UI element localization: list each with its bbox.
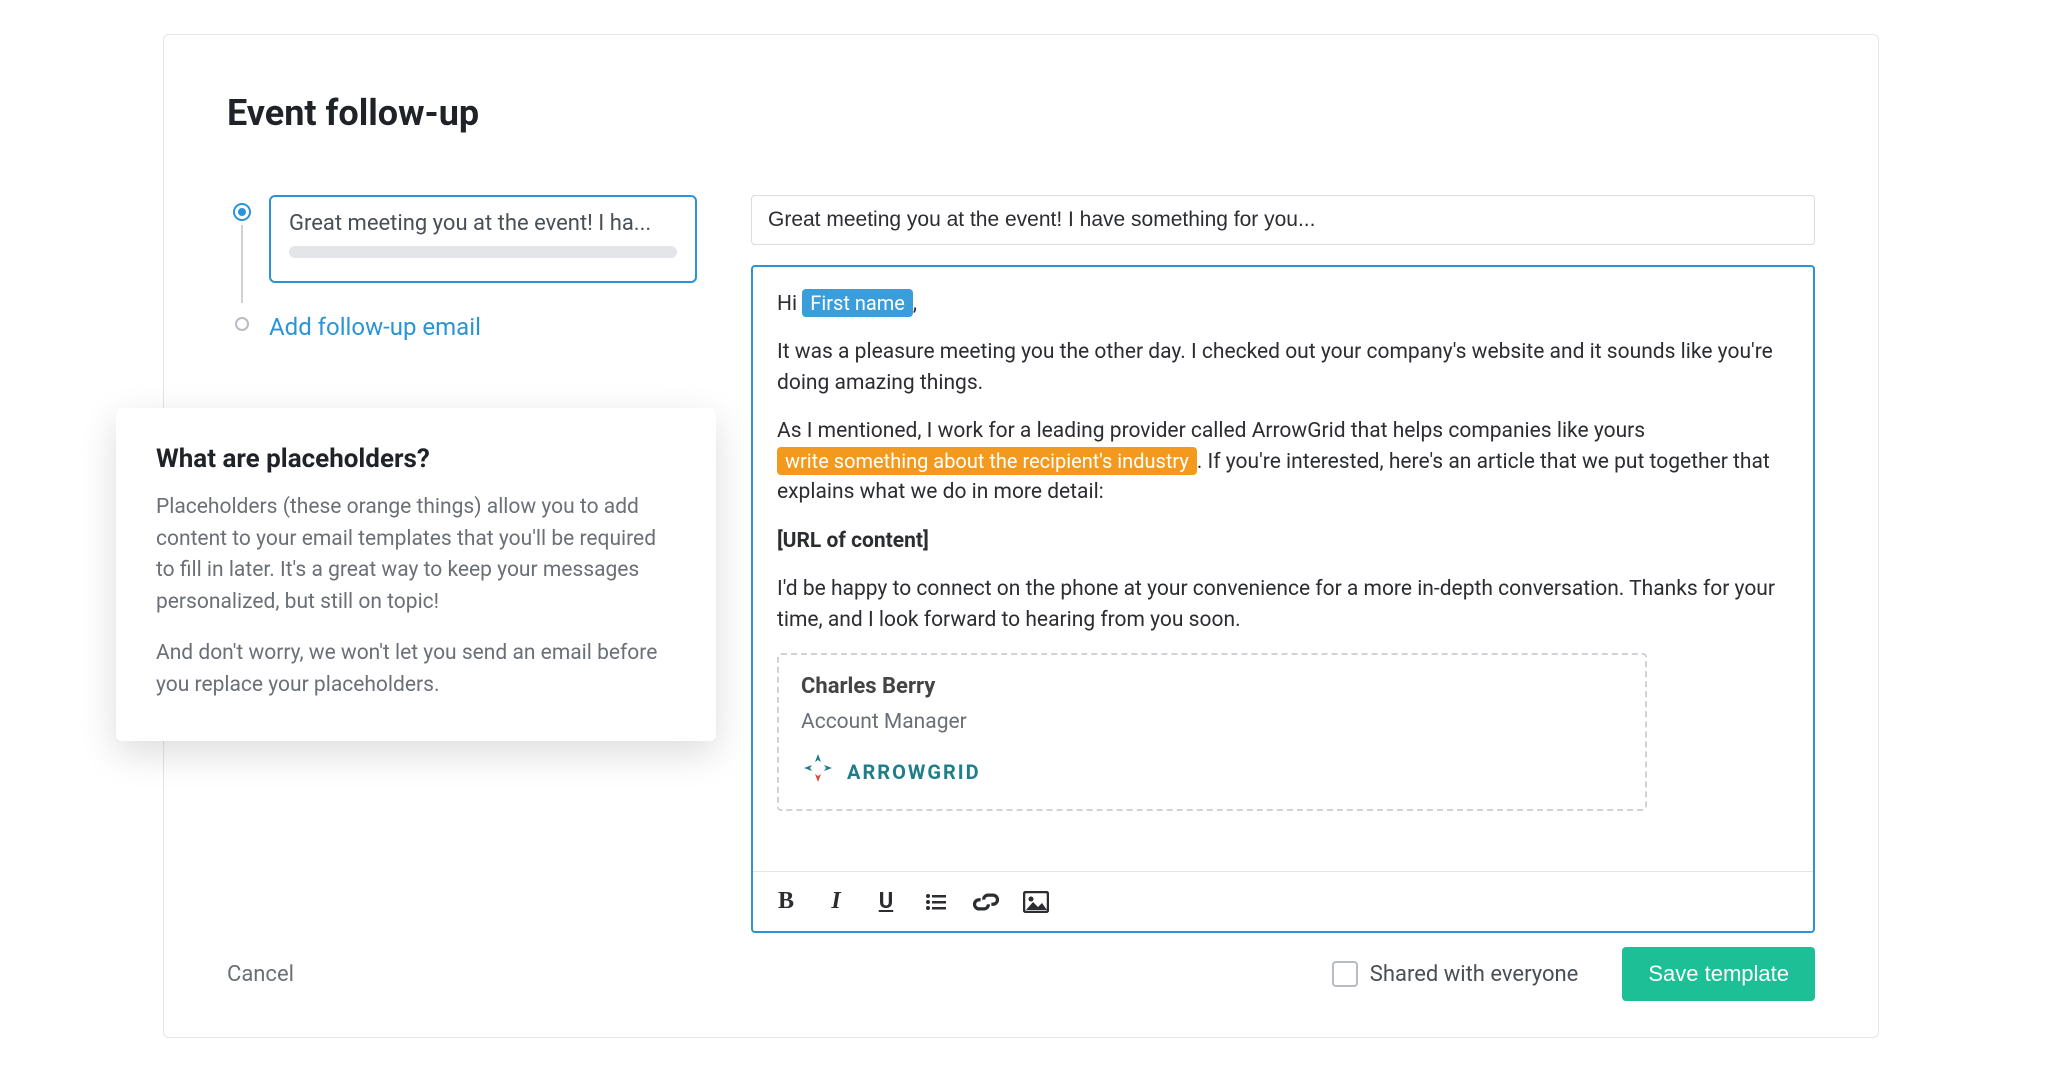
email-sequence-stepper: Great meeting you at the event! I ha... …: [227, 195, 707, 341]
image-button[interactable]: [1021, 887, 1051, 917]
subject-input[interactable]: [751, 195, 1815, 245]
underline-button[interactable]: U: [871, 887, 901, 917]
editor-footer: Cancel Shared with everyone Save templat…: [227, 947, 1815, 1001]
step-card-title: Great meeting you at the event! I ha...: [289, 211, 677, 236]
add-followup-button[interactable]: Add follow-up email: [269, 309, 481, 341]
save-template-button[interactable]: Save template: [1622, 947, 1815, 1001]
popover-paragraph-2: And don't worry, we won't let you send a…: [156, 638, 676, 701]
signature-title: Account Manager: [801, 707, 1623, 737]
greeting-prefix: Hi: [777, 292, 802, 316]
editor-toolbar: B I U: [753, 871, 1813, 931]
content-url-placeholder: [URL of content]: [777, 526, 1781, 556]
share-label: Shared with everyone: [1370, 962, 1579, 987]
signature-block[interactable]: Charles Berry Account Manager ARROWGRID: [777, 653, 1647, 811]
link-button[interactable]: [971, 887, 1001, 917]
body-paragraph-2a: As I mentioned, I work for a leading pro…: [777, 419, 1645, 443]
popover-title: What are placeholders?: [156, 444, 676, 474]
share-toggle[interactable]: Shared with everyone: [1332, 961, 1579, 987]
email-body[interactable]: Hi First name, It was a pleasure meeting…: [753, 267, 1813, 871]
page-title: Event follow-up: [227, 92, 479, 134]
greeting-suffix: ,: [913, 292, 917, 316]
step-card-1[interactable]: Great meeting you at the event! I ha...: [269, 195, 697, 283]
share-checkbox[interactable]: [1332, 961, 1358, 987]
step-indicator-active: [233, 203, 251, 221]
body-paragraph-3: I'd be happy to connect on the phone at …: [777, 574, 1781, 635]
placeholder-industry[interactable]: write something about the recipient's in…: [777, 447, 1197, 475]
step-indicator-inactive: [235, 317, 249, 331]
signature-company: ARROWGRID: [847, 758, 981, 787]
arrowgrid-logo-icon: [801, 751, 835, 794]
italic-button[interactable]: I: [821, 887, 851, 917]
signature-name: Charles Berry: [801, 671, 1623, 703]
popover-paragraph-1: Placeholders (these orange things) allow…: [156, 492, 676, 618]
body-paragraph-1: It was a pleasure meeting you the other …: [777, 337, 1781, 398]
cancel-button[interactable]: Cancel: [227, 962, 294, 987]
bold-button[interactable]: B: [771, 887, 801, 917]
list-button[interactable]: [921, 887, 951, 917]
placeholders-popover: What are placeholders? Placeholders (the…: [116, 408, 716, 741]
step-connector: [241, 225, 243, 303]
merge-token-first-name[interactable]: First name: [802, 289, 913, 317]
step-card-preview-bar: [289, 246, 677, 258]
email-editor: Hi First name, It was a pleasure meeting…: [751, 265, 1815, 933]
